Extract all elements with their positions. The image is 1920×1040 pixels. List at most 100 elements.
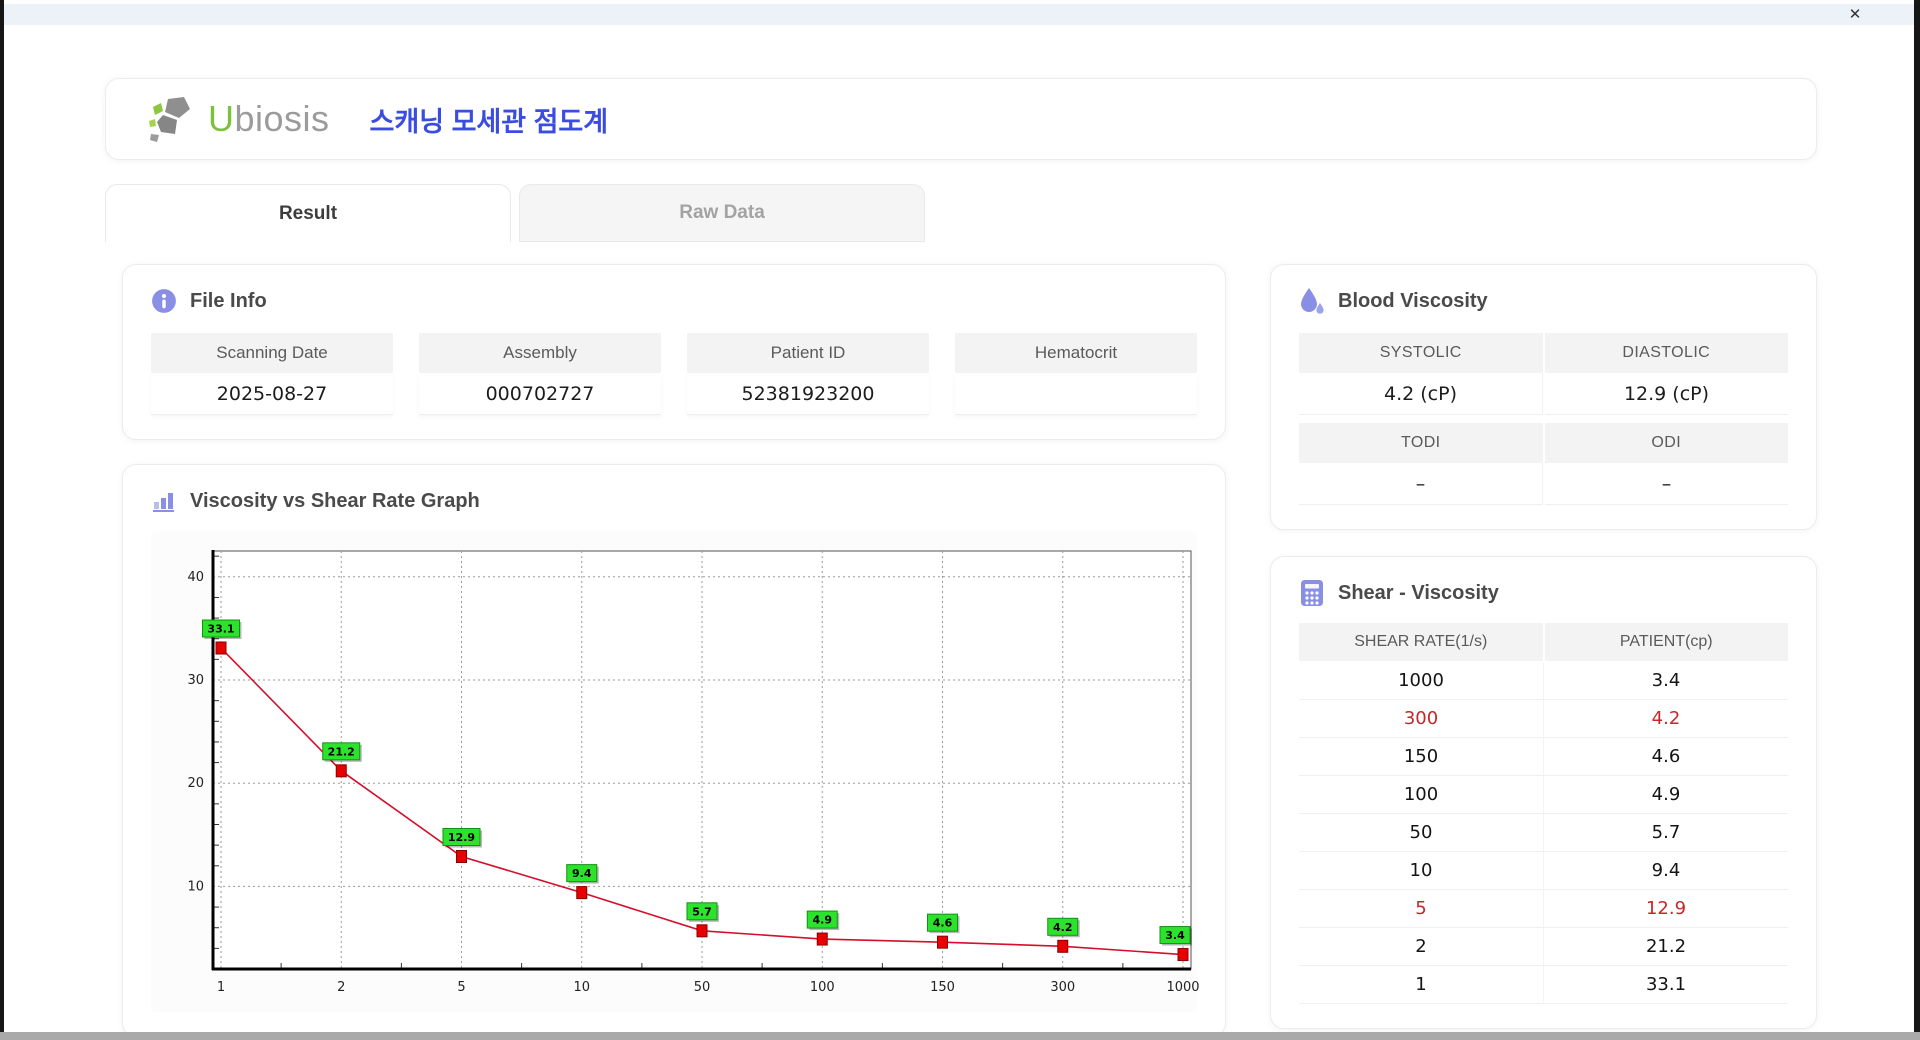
- svg-text:1000: 1000: [1166, 980, 1199, 995]
- table-row: 1000 3.4: [1299, 662, 1788, 700]
- tab-result[interactable]: Result: [105, 184, 511, 242]
- viscosity-graph-card: Viscosity vs Shear Rate Graph 10 20 30 40 1 2…: [122, 464, 1226, 1037]
- table-row: 5 12.9: [1299, 890, 1788, 928]
- diastolic-value: 12.9 (cP): [1545, 373, 1788, 415]
- bv-header-row: SYSTOLIC DIASTOLIC: [1299, 333, 1788, 373]
- shear-rate-cell: 10: [1299, 852, 1544, 890]
- brand-u: U: [208, 98, 235, 139]
- bv-header-row: TODI ODI: [1299, 423, 1788, 463]
- file-info-card: File Info Scanning Date 2025-08-27 Assem…: [122, 264, 1226, 440]
- odi-header: ODI: [1544, 423, 1788, 463]
- table-row: 300 4.2: [1299, 700, 1788, 738]
- svg-text:300: 300: [1050, 980, 1075, 995]
- svg-text:5.7: 5.7: [692, 905, 712, 918]
- patient-column-header: PATIENT(cp): [1544, 623, 1788, 661]
- brand-rest: biosis: [234, 98, 330, 139]
- svg-text:30: 30: [187, 673, 204, 688]
- tab-bar: Result Raw Data: [105, 184, 1817, 242]
- patient-cell: 33.1: [1544, 966, 1788, 1004]
- page-title: 스캐닝 모세관 점도계: [369, 106, 609, 137]
- shear-rate-cell: 50: [1299, 814, 1544, 852]
- bar-chart-icon: [151, 487, 177, 515]
- main-area: Ubiosis 스캐닝 모세관 점도계 Result Raw Data File…: [105, 78, 1817, 1037]
- field-value: 2025-08-27: [151, 373, 393, 415]
- window-bottom-bar: [0, 1032, 1920, 1040]
- svg-text:33.1: 33.1: [207, 623, 234, 636]
- file-info-title: File Info: [190, 289, 267, 312]
- svg-text:12.9: 12.9: [448, 831, 475, 844]
- blood-viscosity-title-row: Blood Viscosity: [1299, 287, 1788, 315]
- chart-widget: 10 20 30 40 1 2 5 10 50 100 150 300 1000 33.1 21.2 12.9…: [151, 531, 1200, 1012]
- field-value: 52381923200: [687, 373, 929, 415]
- table-row: 2 21.2: [1299, 928, 1788, 966]
- patient-cell: 4.2: [1544, 700, 1788, 738]
- patient-cell: 5.7: [1544, 814, 1788, 852]
- window-right-edge: [1914, 0, 1920, 1040]
- calculator-icon: [1299, 579, 1325, 607]
- close-icon[interactable]: ✕: [1844, 5, 1866, 24]
- shear-rate-cell: 5: [1299, 890, 1544, 928]
- svg-text:4.2: 4.2: [1053, 921, 1073, 934]
- field-value: 000702727: [419, 373, 661, 415]
- viscosity-chart: 10 20 30 40 1 2 5 10 50 100 150 300 1000 33.1 21.2 12.9…: [187, 550, 1200, 995]
- patient-cell: 21.2: [1544, 928, 1788, 966]
- bv-value-row: – –: [1299, 463, 1788, 505]
- systolic-header: SYSTOLIC: [1299, 333, 1543, 373]
- table-row: 100 4.9: [1299, 776, 1788, 814]
- svg-text:10: 10: [187, 879, 204, 894]
- svg-text:21.2: 21.2: [328, 745, 355, 758]
- patient-cell: 3.4: [1544, 662, 1788, 700]
- patient-cell: 12.9: [1544, 890, 1788, 928]
- field-assembly: Assembly 000702727: [419, 333, 661, 415]
- brand-name: Ubiosis: [208, 98, 330, 140]
- svg-text:4.6: 4.6: [933, 917, 953, 930]
- window-left-edge: [0, 0, 4, 1040]
- graph-title: Viscosity vs Shear Rate Graph: [190, 489, 480, 512]
- shear-rate-cell: 2: [1299, 928, 1544, 966]
- content-area: File Info Scanning Date 2025-08-27 Assem…: [105, 264, 1817, 1037]
- svg-text:10: 10: [573, 980, 590, 995]
- table-row: 1 33.1: [1299, 966, 1788, 1004]
- table-row: 150 4.6: [1299, 738, 1788, 776]
- svg-text:50: 50: [694, 980, 711, 995]
- tab-raw-data[interactable]: Raw Data: [519, 184, 925, 242]
- svg-text:3.4: 3.4: [1165, 929, 1185, 942]
- app-window: ✕ Ubiosis 스캐닝 모세관 점도계 Result Raw Data Fi…: [0, 0, 1920, 1040]
- shear-viscosity-table: SHEAR RATE(1/s) PATIENT(cp) 1000 3.4 300 4.…: [1299, 623, 1788, 1004]
- file-info-fields: Scanning Date 2025-08-27 Assembly 000702…: [151, 333, 1197, 415]
- table-row: 10 9.4: [1299, 852, 1788, 890]
- blood-viscosity-title: Blood Viscosity: [1338, 289, 1488, 312]
- systolic-value: 4.2 (cP): [1299, 373, 1543, 415]
- ubiosis-logo: Ubiosis: [148, 96, 330, 142]
- svg-text:150: 150: [930, 980, 955, 995]
- odi-value: –: [1545, 463, 1788, 505]
- svg-text:40: 40: [187, 570, 204, 585]
- shear-viscosity-title: Shear - Viscosity: [1338, 581, 1499, 604]
- shear-table-body: 1000 3.4 300 4.2 150 4.6 100 4.9 50 5.7 10 9.4 5 12.9…: [1299, 662, 1788, 1004]
- shear-table-header-row: SHEAR RATE(1/s) PATIENT(cp): [1299, 623, 1788, 662]
- field-label: Hematocrit: [955, 333, 1197, 373]
- shear-viscosity-title-row: Shear - Viscosity: [1299, 579, 1788, 607]
- field-scanning-date: Scanning Date 2025-08-27: [151, 333, 393, 415]
- ubiosis-logo-icon: [149, 97, 190, 142]
- todi-value: –: [1299, 463, 1543, 505]
- shear-rate-column-header: SHEAR RATE(1/s): [1299, 623, 1543, 661]
- todi-header: TODI: [1299, 423, 1543, 463]
- titlebar: ✕: [4, 4, 1914, 25]
- field-label: Patient ID: [687, 333, 929, 373]
- table-row: 50 5.7: [1299, 814, 1788, 852]
- shear-viscosity-card: Shear - Viscosity SHEAR RATE(1/s) PATIEN…: [1270, 556, 1817, 1029]
- svg-text:20: 20: [187, 776, 204, 791]
- shear-rate-cell: 150: [1299, 738, 1544, 776]
- left-column: File Info Scanning Date 2025-08-27 Assem…: [122, 264, 1226, 1037]
- svg-text:1: 1: [217, 980, 225, 995]
- patient-cell: 4.9: [1544, 776, 1788, 814]
- field-label: Scanning Date: [151, 333, 393, 373]
- svg-text:5: 5: [457, 980, 465, 995]
- field-label: Assembly: [419, 333, 661, 373]
- file-info-title-row: File Info: [151, 287, 1197, 315]
- svg-text:9.4: 9.4: [572, 867, 592, 880]
- bv-value-row: 4.2 (cP) 12.9 (cP): [1299, 373, 1788, 415]
- shear-rate-cell: 1: [1299, 966, 1544, 1004]
- field-hematocrit: Hematocrit: [955, 333, 1197, 415]
